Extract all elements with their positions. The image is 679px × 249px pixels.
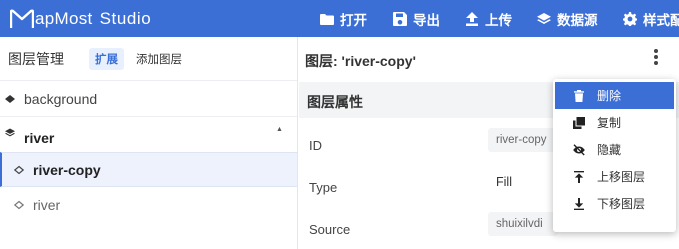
logo-m-icon xyxy=(10,9,34,28)
menu-item-label: 复制 xyxy=(597,116,622,130)
menu-item-label: 删除 xyxy=(597,89,622,103)
style-config-button[interactable]: 样式配 xyxy=(623,0,679,37)
layer-item-river-copy[interactable]: river-copy xyxy=(0,152,297,187)
copy-icon xyxy=(573,116,585,129)
upload-button[interactable]: 上传 xyxy=(465,0,512,37)
layer-panel-title: 图层管理 xyxy=(8,50,64,67)
layer-item-background[interactable]: background xyxy=(0,81,297,117)
save-icon xyxy=(393,11,407,26)
prop-label-type: Type xyxy=(309,180,338,195)
style-config-label: 样式配 xyxy=(643,12,679,28)
diamond-outline-icon xyxy=(13,165,25,174)
expand-button[interactable]: 扩展 xyxy=(89,47,124,70)
menu-item-move-down[interactable]: 下移图层 xyxy=(555,190,674,217)
menu-item-copy[interactable]: 复制 xyxy=(555,109,674,136)
folder-icon xyxy=(320,13,334,25)
prop-label-id: ID xyxy=(309,138,322,153)
layer-group-river[interactable]: river ▲ xyxy=(0,117,297,152)
layers-icon xyxy=(537,12,551,24)
export-button[interactable]: 导出 xyxy=(393,0,440,37)
section-title: 图层属性 xyxy=(307,94,363,110)
menu-item-label: 隐藏 xyxy=(597,143,622,157)
layer-item-label: river xyxy=(33,196,61,213)
arrow-up-icon xyxy=(574,170,584,183)
menu-item-label: 下移图层 xyxy=(597,197,646,211)
upload-label: 上传 xyxy=(485,12,512,28)
layer-type-value[interactable]: Fill xyxy=(488,170,558,194)
layer-id-input[interactable]: river-copy xyxy=(488,128,558,152)
gear-icon xyxy=(623,11,637,26)
more-options-icon[interactable] xyxy=(651,48,661,66)
export-label: 导出 xyxy=(413,12,440,28)
add-layer-button[interactable]: 添加图层 xyxy=(136,51,182,67)
datasource-label: 数据源 xyxy=(557,12,598,28)
layer-source-input[interactable]: shuixilvdi xyxy=(488,212,558,236)
diamond-filled-icon xyxy=(5,94,15,103)
prop-label-source: Source xyxy=(309,222,351,237)
collapse-caret-icon[interactable]: ▲ xyxy=(276,126,283,133)
layer-panel-header: 图层管理 扩展 添加图层 xyxy=(0,37,297,81)
upload-icon xyxy=(466,11,478,26)
logo-studio-text: Studio xyxy=(99,9,152,28)
layer-item-river[interactable]: river xyxy=(0,187,297,222)
layer-context-menu: 删除 复制 隐藏 上移图层 下移图层 xyxy=(553,79,676,232)
layer-panel: 图层管理 扩展 添加图层 background river ▲ river-co… xyxy=(0,37,298,249)
diamond-outline-icon xyxy=(13,200,25,209)
open-button[interactable]: 打开 xyxy=(320,0,367,37)
menu-item-label: 上移图层 xyxy=(597,170,646,184)
layer-item-label: river-copy xyxy=(33,161,101,178)
layers-stack-icon xyxy=(5,128,15,136)
logo-text: apMost xyxy=(35,9,93,28)
layer-group-label: river xyxy=(24,129,55,146)
datasource-button[interactable]: 数据源 xyxy=(537,0,598,37)
menu-item-delete[interactable]: 删除 xyxy=(555,82,674,109)
trash-icon xyxy=(574,89,584,102)
menu-item-hide[interactable]: 隐藏 xyxy=(555,136,674,163)
arrow-down-icon xyxy=(574,197,584,210)
layer-item-label: background xyxy=(24,90,98,107)
eye-off-icon xyxy=(573,143,585,155)
layer-detail-title: 图层: 'river-copy' xyxy=(305,53,416,69)
app-logo[interactable]: apMost Studio xyxy=(10,8,151,30)
open-label: 打开 xyxy=(340,12,367,28)
menu-item-move-up[interactable]: 上移图层 xyxy=(555,163,674,190)
top-bar: apMost Studio 打开 导出 上传 数据源 样式配 xyxy=(0,0,679,37)
